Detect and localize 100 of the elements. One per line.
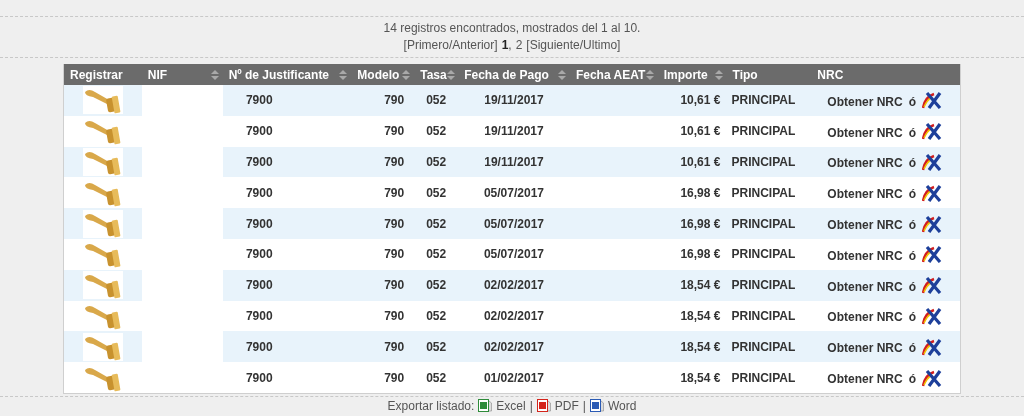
obtain-nrc-link[interactable]: Obtener NRC [827, 185, 903, 204]
table-cell-text: 052 [426, 92, 447, 110]
table-cell-text: 7900 [244, 215, 273, 233]
table-cell-text: 052 [426, 184, 447, 202]
column-header[interactable]: Nº de Justificante [222, 64, 352, 85]
or-text: ó [908, 278, 916, 296]
table-cell-text: 18,54 € [680, 369, 721, 387]
obtain-nrc-link[interactable]: Obtener NRC [827, 123, 903, 142]
table-cell: PRINCIPAL [731, 339, 796, 354]
stamp-icon[interactable] [82, 86, 123, 115]
or-text: ó [908, 247, 916, 265]
obtain-nrc-link[interactable]: Obtener NRC [827, 92, 903, 111]
obtain-nrc-link[interactable]: Obtener NRC [827, 370, 903, 389]
column-header[interactable]: Tasa [414, 64, 459, 85]
table-cell-text: 18,54 € [680, 338, 721, 356]
table-cell-text: 052 [426, 123, 447, 141]
column-header[interactable]: Modelo [351, 64, 415, 85]
export-link[interactable]: Word [607, 398, 637, 413]
obtain-nrc-link[interactable]: Obtener NRC [827, 277, 903, 296]
pagination-next-last[interactable]: [Siguiente/Ultimo] [526, 37, 621, 54]
aeat-logo-icon[interactable] [922, 306, 942, 325]
table-cell-text: 790 [384, 307, 405, 325]
or-text: ó [908, 340, 916, 358]
table-cell-text: 18,54 € [680, 277, 721, 295]
table-cell-text: 790 [384, 154, 405, 171]
table-cell-text: 7900 [244, 307, 273, 325]
table-cell-text: 7900 [244, 246, 273, 264]
column-header[interactable]: NIF [141, 64, 223, 85]
table-cell-text: 052 [426, 369, 447, 387]
obtain-nrc-link[interactable]: Obtener NRC [827, 246, 903, 265]
column-header[interactable]: Fecha de Pago [458, 64, 570, 85]
column-header[interactable]: Importe [657, 64, 727, 85]
table-cell-text: 02/02/2017 [483, 307, 544, 325]
pagination-first-previous[interactable]: [Primero/Anterior] [403, 37, 498, 54]
table-cell: PRINCIPAL [731, 308, 796, 323]
column-header[interactable]: Fecha AEAT [569, 64, 658, 85]
aeat-logo-icon[interactable] [922, 245, 942, 264]
aeat-logo-icon[interactable] [922, 368, 942, 387]
or-text: ó [908, 217, 916, 235]
obtain-nrc-link[interactable]: Obtener NRC [827, 339, 903, 358]
aeat-logo-icon[interactable] [922, 183, 942, 202]
aeat-logo-icon[interactable] [922, 337, 942, 356]
table-cell-text: 790 [384, 123, 405, 141]
sort-icon[interactable] [339, 69, 348, 80]
export-label: Exportar listado: [387, 398, 475, 413]
or-text: ó [908, 93, 916, 111]
aeat-logo-icon[interactable] [922, 153, 942, 171]
table-cell-text: 052 [426, 215, 447, 233]
table-cell: PRINCIPAL [731, 155, 796, 169]
table-cell-text: 790 [384, 92, 405, 110]
table-cell-text: 18,54 € [680, 307, 721, 325]
table-cell-text: 05/07/2017 [483, 184, 544, 202]
table-cell-text: 02/02/2017 [483, 338, 544, 356]
stamp-icon[interactable] [82, 332, 123, 361]
table-cell-text: 10,61 € [680, 154, 721, 171]
export-link[interactable]: PDF [554, 398, 579, 413]
sort-icon[interactable] [645, 69, 654, 80]
pdf-file-icon[interactable] [536, 399, 551, 413]
or-text: ó [908, 309, 916, 327]
table-cell-text: 7900 [244, 277, 273, 295]
aeat-logo-icon[interactable] [922, 122, 942, 141]
table-cell-text: 19/11/2017 [484, 123, 544, 141]
table-cell-text: 7900 [244, 369, 273, 387]
table-cell-text: 790 [384, 338, 405, 356]
table-cell: PRINCIPAL [731, 216, 796, 231]
sort-icon[interactable] [446, 69, 455, 80]
stamp-icon[interactable] [82, 148, 123, 176]
table-cell: PRINCIPAL [731, 247, 796, 262]
table-cell: PRINCIPAL [731, 93, 796, 108]
table-cell-text: 7900 [244, 92, 273, 110]
document-icon[interactable] [589, 399, 604, 413]
page-link[interactable]: 2 [515, 37, 523, 54]
table-cell-text: 052 [426, 154, 447, 171]
sort-icon[interactable] [402, 69, 411, 80]
column-header: NRC [816, 66, 845, 84]
table-cell-text: 052 [426, 246, 447, 264]
sort-icon[interactable] [714, 69, 723, 80]
column-header: Registrar [69, 66, 124, 84]
export-link[interactable]: Excel [496, 398, 526, 413]
table-cell: PRINCIPAL [731, 185, 796, 200]
stamp-icon[interactable] [82, 209, 123, 238]
column-header: Tipo [731, 66, 759, 84]
table-cell: PRINCIPAL [731, 370, 796, 385]
stamp-icon[interactable] [82, 271, 123, 300]
or-text: ó [908, 155, 916, 173]
sort-icon[interactable] [210, 69, 219, 80]
obtain-nrc-link[interactable]: Obtener NRC [827, 216, 903, 235]
table-cell-text: 19/11/2017 [484, 92, 544, 110]
obtain-nrc-link[interactable]: Obtener NRC [827, 154, 903, 173]
aeat-logo-icon[interactable] [922, 214, 942, 233]
aeat-logo-icon[interactable] [922, 276, 942, 295]
link-separator: | [582, 398, 586, 413]
obtain-nrc-link[interactable]: Obtener NRC [827, 308, 903, 327]
table-cell-text: 790 [384, 277, 405, 295]
sort-icon[interactable] [557, 69, 566, 80]
table-cell-text: 052 [426, 338, 447, 356]
table-cell-text: 790 [384, 369, 405, 387]
aeat-logo-icon[interactable] [922, 91, 942, 110]
spreadsheet-icon[interactable] [478, 399, 493, 413]
table-cell-text: 01/02/2017 [483, 369, 544, 387]
